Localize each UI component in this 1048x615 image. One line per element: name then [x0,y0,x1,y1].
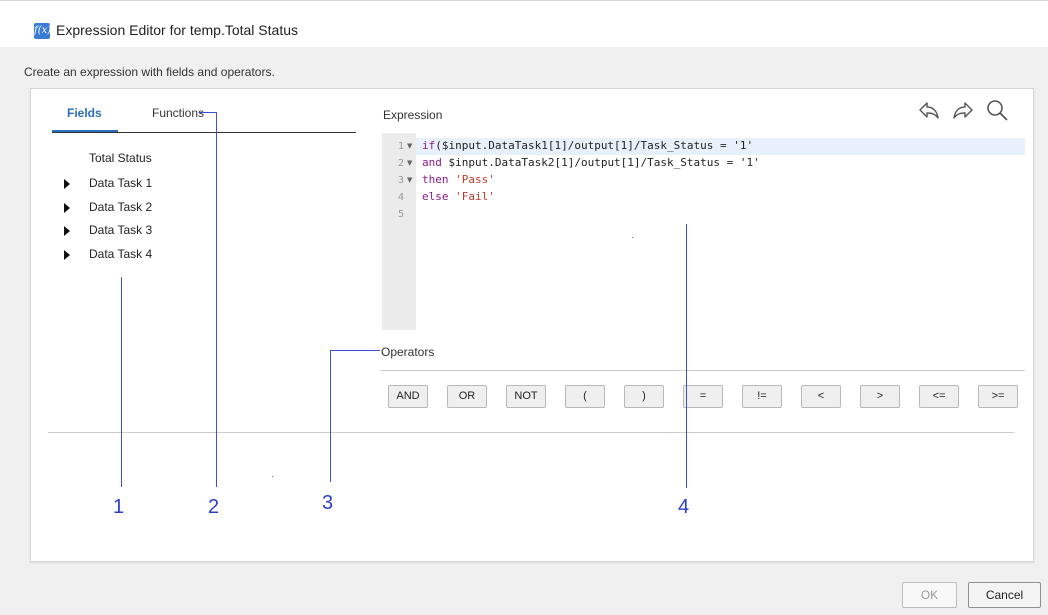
expand-caret-icon[interactable] [64,226,70,236]
code-line-4[interactable]: else 'Fail' [422,190,495,203]
expand-caret-icon[interactable] [64,179,70,189]
fold-arrow-icon[interactable]: ▼ [407,176,412,184]
redo-icon[interactable] [951,98,975,122]
operators-label: Operators [381,345,435,359]
field-total-status[interactable]: Total Status [89,151,152,165]
callout-line-4 [686,224,687,488]
operator-or-button[interactable]: OR [447,385,487,408]
callout-line-3 [330,350,331,482]
tree-item-label: Data Task 1 [89,176,153,190]
cancel-button[interactable]: Cancel [968,582,1041,608]
operator-less-than-button[interactable]: < [801,385,841,408]
line-number: 5 [397,209,404,220]
callout-line-2 [216,112,217,487]
tree-item-label: Data Task 4 [89,247,153,261]
tree-item-data-task-4[interactable]: Data Task 4 [64,247,184,261]
stray-dot [272,476,273,477]
operator-open-paren-button[interactable]: ( [565,385,605,408]
tree-item-data-task-3[interactable]: Data Task 3 [64,223,184,237]
tree-item-label: Data Task 3 [89,223,153,237]
ok-button[interactable]: OK [902,582,957,608]
expand-caret-icon[interactable] [64,203,70,213]
expression-editor[interactable]: 1 ▼ if($input.DataTask1[1]/output[1]/Tas… [382,133,1025,330]
search-icon[interactable] [985,98,1009,122]
line-number: 1 [397,141,404,152]
operator-greater-equal-button[interactable]: >= [978,385,1018,408]
expand-caret-icon[interactable] [64,250,70,260]
callout-line-1 [121,277,122,487]
operator-close-paren-button[interactable]: ) [624,385,664,408]
fold-arrow-icon[interactable]: ▼ [407,159,412,167]
tab-fields[interactable]: Fields [67,106,102,120]
operator-less-equal-button[interactable]: <= [919,385,959,408]
callout-line-2-horizontal [199,112,217,113]
window-title: Expression Editor for temp.Total Status [56,22,298,38]
code-line-1[interactable]: if($input.DataTask1[1]/output[1]/Task_St… [422,139,753,152]
operator-and-button[interactable]: AND [388,385,428,408]
code-line-3[interactable]: then 'Pass' [422,173,495,186]
operator-not-button[interactable]: NOT [506,385,546,408]
operators-divider [381,370,1025,371]
callout-number-1: 1 [113,496,125,518]
callout-number-4: 4 [678,496,690,518]
operator-equals-button[interactable]: = [683,385,723,408]
fold-arrow-icon[interactable]: ▼ [407,142,412,150]
tab-divider [52,132,356,133]
callout-number-2: 2 [208,496,220,518]
operator-greater-than-button[interactable]: > [860,385,900,408]
line-number: 3 [397,175,404,186]
fx-icon: f(x) [34,23,51,39]
callout-number-3: 3 [322,492,334,514]
panel-divider [48,432,1014,433]
tree-item-label: Data Task 2 [89,200,153,214]
tree-item-data-task-2[interactable]: Data Task 2 [64,200,184,214]
title-bar: f(x) Expression Editor for temp.Total St… [0,1,1048,47]
callout-line-3-horizontal [330,350,380,351]
dialog-subtitle: Create an expression with fields and ope… [24,65,275,79]
tab-functions[interactable]: Functions [152,106,204,120]
expression-label: Expression [383,108,443,122]
line-number: 2 [397,158,404,169]
stray-dot [632,237,633,238]
tree-item-data-task-1[interactable]: Data Task 1 [64,176,184,190]
line-number: 4 [397,192,404,203]
undo-icon[interactable] [917,98,941,122]
code-line-2[interactable]: and $input.DataTask2[1]/output[1]/Task_S… [422,156,760,169]
operator-not-equals-button[interactable]: != [742,385,782,408]
